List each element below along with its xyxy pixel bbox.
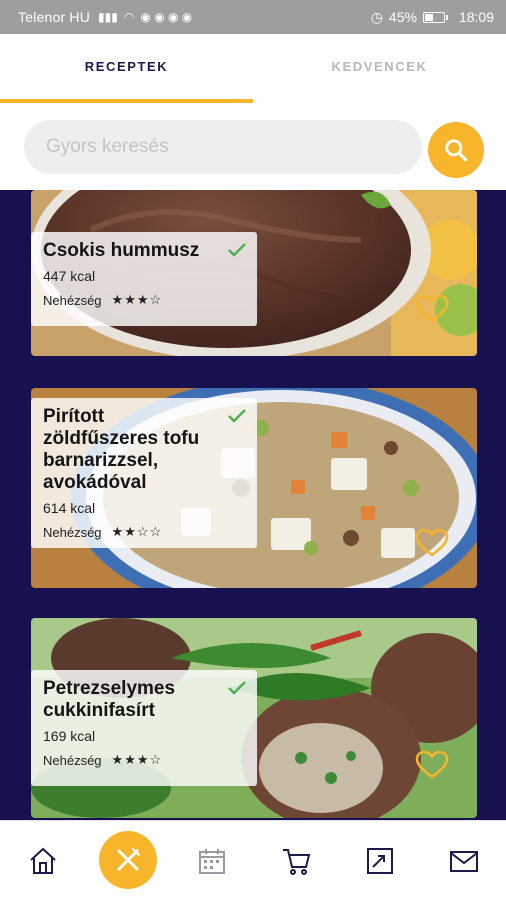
search-button[interactable] <box>428 122 484 178</box>
difficulty-label: Nehézség <box>43 752 102 768</box>
nav-calendar[interactable] <box>194 843 230 879</box>
mail-icon <box>450 851 478 872</box>
recipe-kcal: 169 kcal <box>43 728 96 744</box>
battery-icon <box>422 11 448 23</box>
check-icon <box>228 409 246 423</box>
difficulty-label: Nehézség <box>43 524 102 540</box>
nav-home[interactable] <box>25 843 61 879</box>
search-box[interactable] <box>24 120 422 174</box>
recipe-card[interactable]: Pirított zöldfűszeres tofu barnarizzsel,… <box>31 388 477 588</box>
recipe-kcal: 447 kcal <box>43 268 96 284</box>
nav-shopping[interactable] <box>278 843 314 879</box>
calendar-icon <box>199 849 225 874</box>
difficulty-label: Nehézség <box>43 292 102 308</box>
difficulty-stars: ★★☆☆ <box>111 524 163 539</box>
signal-icon: ▮▮▮ <box>98 10 118 24</box>
status-bar: Telenor HU ▮▮▮ ◠ ◉ ◉ ◉ ◉ ◷ 45% 18:09 <box>0 0 506 34</box>
nav-recipes[interactable] <box>99 831 157 889</box>
difficulty-stars: ★★★☆ <box>111 752 163 767</box>
recipe-difficulty: Nehézség ★★★☆ <box>43 292 245 308</box>
heart-icon[interactable] <box>415 294 449 324</box>
recipe-title: Csokis hummusz <box>43 240 200 261</box>
cart-icon <box>283 849 311 875</box>
status-icons: ▮▮▮ ◠ ◉ ◉ ◉ ◉ <box>98 10 371 24</box>
check-icon <box>228 681 246 695</box>
notification-icons: ◉ ◉ ◉ ◉ <box>140 10 193 24</box>
clock: 18:09 <box>458 9 494 25</box>
heart-icon[interactable] <box>415 750 449 780</box>
heart-icon[interactable] <box>415 528 449 558</box>
recipe-card[interactable]: Csokis hummusz 447 kcal Nehézség ★★★☆ <box>31 190 477 356</box>
search-row <box>0 104 506 190</box>
recipe-kcal: 614 kcal <box>43 500 96 516</box>
recipe-card[interactable]: Petrezselymes cukkinifasírt 169 kcal Neh… <box>31 618 477 818</box>
battery-fill <box>424 13 433 21</box>
recipe-difficulty: Nehézség ★★☆☆ <box>43 524 245 540</box>
recipe-list[interactable]: Csokis hummusz 447 kcal Nehézség ★★★☆ Pi… <box>0 190 506 820</box>
tab-bar: RECEPTEK KEDVENCEK <box>0 34 506 104</box>
tab-recipes[interactable]: RECEPTEK <box>0 34 253 104</box>
nav-messages[interactable] <box>446 843 482 879</box>
difficulty-stars: ★★★☆ <box>111 292 163 307</box>
tab-favorites[interactable]: KEDVENCEK <box>253 34 506 104</box>
recipe-difficulty: Nehézség ★★★☆ <box>43 752 245 768</box>
recipe-title: Pirított zöldfűszeres tofu barnarizzsel,… <box>43 406 200 493</box>
recipe-title: Petrezselymes cukkinifasírt <box>43 678 176 721</box>
recipe-info: Petrezselymes cukkinifasírt 169 kcal Neh… <box>31 670 257 786</box>
bottom-nav <box>0 820 506 900</box>
search-icon <box>445 139 468 162</box>
alarm-icon: ◷ <box>370 8 383 25</box>
search-input[interactable] <box>46 136 422 158</box>
battery-percent: 45% <box>388 9 417 25</box>
home-icon <box>30 847 56 874</box>
chart-icon <box>367 848 393 874</box>
recipe-info: Pirított zöldfűszeres tofu barnarizzsel,… <box>31 398 257 548</box>
fork-knife-icon <box>117 848 140 871</box>
carrier-name: Telenor HU <box>18 9 91 25</box>
tab-indicator <box>0 99 253 103</box>
recipe-info: Csokis hummusz 447 kcal Nehézség ★★★☆ <box>31 232 257 326</box>
status-right: ◷ 45% 18:09 <box>371 9 494 26</box>
check-icon <box>228 243 246 257</box>
wifi-icon: ◠ <box>123 10 135 24</box>
nav-stats[interactable] <box>362 843 398 879</box>
